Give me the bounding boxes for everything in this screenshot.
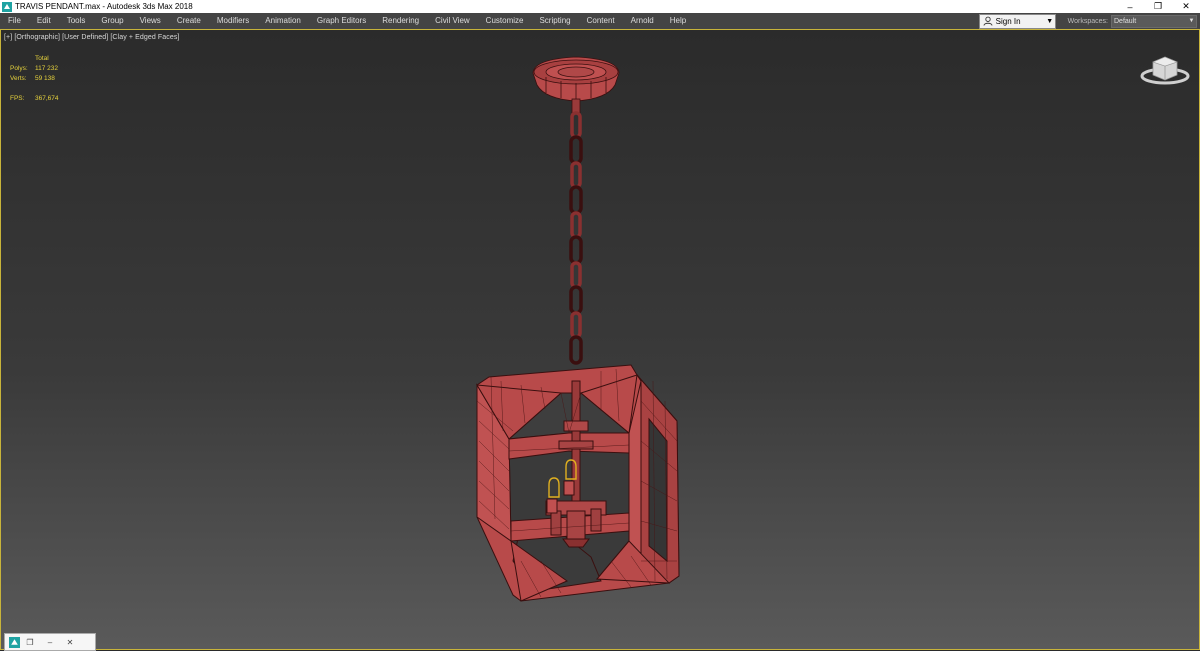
lamp-cage <box>476 364 680 602</box>
sign-in-label: Sign In <box>995 16 1021 26</box>
scene-statistics: Total Polys: 117 232 Verts: 59 138 FPS: … <box>10 54 59 104</box>
menu-edit[interactable]: Edit <box>29 13 59 29</box>
menu-content[interactable]: Content <box>579 13 623 29</box>
verts-label: Verts: <box>10 75 27 82</box>
minimized-panel[interactable]: ❐ – ✕ <box>4 633 96 651</box>
menu-views[interactable]: Views <box>132 13 169 29</box>
viewcube-icon[interactable] <box>1139 52 1191 88</box>
chain <box>569 111 583 365</box>
restore-icon[interactable]: ❐ <box>20 638 40 647</box>
menu-file[interactable]: File <box>0 13 29 29</box>
3ds-max-app-icon <box>2 1 12 12</box>
menu-rendering[interactable]: Rendering <box>374 13 427 29</box>
menu-group[interactable]: Group <box>93 13 131 29</box>
restore-button[interactable]: ❐ <box>1144 0 1172 13</box>
chevron-down-icon: ▼ <box>1046 17 1054 25</box>
perspective-viewport[interactable]: [+] [Orthographic] [User Defined] [Clay … <box>0 29 1200 650</box>
polys-value: 117 232 <box>35 65 59 72</box>
window-title: TRAVIS PENDANT.max - Autodesk 3ds Max 20… <box>15 2 193 11</box>
menu-graph-editors[interactable]: Graph Editors <box>309 13 374 29</box>
viewport-shading-mode[interactable]: [Clay + Edged Faces] <box>110 34 179 41</box>
close-button[interactable]: ✕ <box>1172 0 1200 13</box>
menu-arnold[interactable]: Arnold <box>623 13 662 29</box>
workspaces-label: Workspaces: <box>1067 17 1108 25</box>
workspaces-select[interactable]: Default ▼ <box>1111 14 1197 28</box>
minimize-icon[interactable]: – <box>40 638 60 647</box>
menu-customize[interactable]: Customize <box>478 13 532 29</box>
verts-value: 59 138 <box>35 75 55 82</box>
minimize-button[interactable]: – <box>1116 0 1144 13</box>
viewport-camera-mode[interactable]: [User Defined] <box>62 34 108 41</box>
viewport-menu-plus[interactable]: [+] <box>4 34 12 41</box>
viewport-label: [+] [Orthographic] [User Defined] [Clay … <box>4 34 179 41</box>
menu-bar: File Edit Tools Group Views Create Modif… <box>0 13 1200 29</box>
fps-label: FPS: <box>10 95 25 102</box>
3ds-max-icon <box>9 636 20 648</box>
menu-create[interactable]: Create <box>169 13 209 29</box>
ceiling-canopy <box>532 56 620 114</box>
fps-value: 367,674 <box>35 95 59 102</box>
menu-tools[interactable]: Tools <box>59 13 94 29</box>
pendant-lamp-model[interactable] <box>1 30 1199 649</box>
title-bar: TRAVIS PENDANT.max - Autodesk 3ds Max 20… <box>0 0 1200 13</box>
menu-scripting[interactable]: Scripting <box>531 13 578 29</box>
close-icon[interactable]: ✕ <box>60 638 80 647</box>
menu-modifiers[interactable]: Modifiers <box>209 13 257 29</box>
user-icon <box>983 16 993 26</box>
chevron-down-icon: ▼ <box>1188 18 1195 24</box>
workspaces-value: Default <box>1114 17 1137 25</box>
sign-in-dropdown[interactable]: Sign In ▼ <box>978 13 1056 29</box>
viewport-point-of-view[interactable]: [Orthographic] <box>14 34 60 41</box>
menu-animation[interactable]: Animation <box>257 13 309 29</box>
stats-header: Total <box>35 55 49 62</box>
menu-help[interactable]: Help <box>662 13 694 29</box>
menu-civil-view[interactable]: Civil View <box>427 13 478 29</box>
polys-label: Polys: <box>10 65 28 72</box>
